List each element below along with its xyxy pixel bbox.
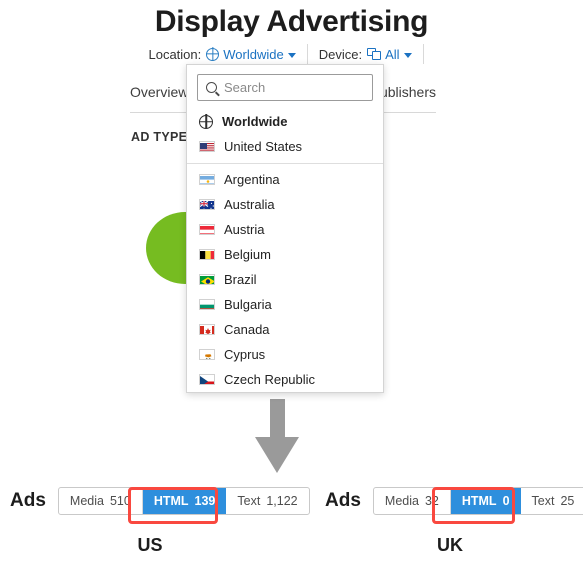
device-filter-value[interactable]: All: [367, 46, 412, 62]
ads-label: Ads: [325, 490, 361, 511]
location-item-label: Australia: [224, 197, 275, 212]
chevron-down-icon: [403, 52, 412, 58]
chevron-down-icon: [287, 52, 296, 58]
flag-br-icon: [199, 274, 215, 285]
segment-count: 25: [560, 494, 575, 508]
filter-divider-2: [422, 44, 424, 64]
location-item-canada[interactable]: Canada: [187, 317, 383, 342]
page-title: Display Advertising: [154, 5, 429, 38]
flag-ar-icon: [199, 174, 215, 185]
location-item-label: Argentina: [224, 172, 280, 187]
location-item-label: Brazil: [224, 272, 257, 287]
location-item-denmark[interactable]: Denmark: [187, 392, 383, 393]
location-filter-value[interactable]: Worldwide: [206, 46, 296, 62]
location-search-wrapper: [187, 65, 383, 109]
search-icon: [206, 82, 217, 93]
location-item-label: Belgium: [224, 247, 271, 262]
location-item-label: Canada: [224, 322, 270, 337]
segment-count: 32: [424, 494, 439, 508]
location-filter-value-label: Worldwide: [223, 46, 284, 62]
ads-label: Ads: [10, 490, 46, 511]
segment-media-us[interactable]: Media 510: [59, 488, 143, 514]
flag-cy-icon: [199, 349, 215, 360]
ad-type-group-uk: Ads Media 32 HTML 0 Text 25: [325, 487, 583, 515]
location-item-brazil[interactable]: Brazil: [187, 267, 383, 292]
location-item-austria[interactable]: Austria: [187, 217, 383, 242]
flag-us-icon: [199, 141, 215, 152]
location-item-bulgaria[interactable]: Bulgaria: [187, 292, 383, 317]
segment-count: 1,122: [266, 494, 298, 508]
location-filter[interactable]: Location: Worldwide: [148, 46, 296, 62]
globe-icon: [206, 47, 220, 61]
globe-icon: [199, 114, 213, 129]
device-filter[interactable]: Device: All: [319, 47, 412, 62]
location-list: Worldwide United States Argentina Austra…: [187, 109, 383, 393]
location-item-label: Austria: [224, 222, 265, 237]
location-item-czech-republic[interactable]: Czech Republic: [187, 367, 383, 392]
device-filter-label: Device:: [318, 46, 363, 62]
segment-label: Media: [384, 494, 419, 508]
down-arrow-icon: [255, 399, 299, 473]
country-label-us: US: [137, 535, 163, 555]
segment-label: HTML: [153, 494, 189, 508]
location-item-label: Worldwide: [222, 114, 288, 129]
location-item-label: United States: [224, 139, 303, 154]
location-item-label: Czech Republic: [224, 372, 316, 387]
filter-bar: Location: Worldwide Device: All: [0, 44, 583, 64]
segment-media-uk[interactable]: Media 32: [374, 488, 451, 514]
location-item-label: Cyprus: [224, 347, 266, 362]
location-item-label: Bulgaria: [224, 297, 272, 312]
segment-count: 510: [109, 494, 131, 508]
filter-divider-1: [306, 44, 308, 64]
segment-label: HTML: [461, 494, 497, 508]
location-filter-label: Location:: [148, 46, 202, 62]
segment-html-us[interactable]: HTML 139: [142, 488, 227, 514]
search-input[interactable]: [224, 80, 364, 95]
segment-text-uk[interactable]: Text 25: [521, 488, 583, 514]
flag-be-icon: [199, 249, 215, 260]
segment-label: Text: [531, 494, 555, 508]
ad-type-segmented-control-uk[interactable]: Media 32 HTML 0 Text 25: [372, 487, 583, 515]
location-item-belgium[interactable]: Belgium: [187, 242, 383, 267]
devices-icon: [367, 48, 382, 60]
location-list-divider: [187, 163, 383, 164]
segment-label: Media: [69, 494, 104, 508]
country-label-uk: UK: [437, 535, 463, 555]
flag-bg-icon: [199, 299, 215, 310]
ad-type-segmented-control-us[interactable]: Media 510 HTML 139 Text 1,122: [57, 487, 310, 515]
device-filter-value-label: All: [385, 46, 400, 62]
location-dropdown-panel[interactable]: Worldwide United States: [186, 64, 384, 393]
segment-text-us[interactable]: Text 1,122: [226, 488, 308, 514]
segment-label: Text: [237, 494, 261, 508]
location-search-box[interactable]: [197, 74, 373, 101]
location-item-worldwide[interactable]: Worldwide: [187, 109, 383, 134]
flag-at-icon: [199, 224, 215, 235]
flag-ca-icon: [199, 324, 215, 335]
location-item-argentina[interactable]: Argentina: [187, 167, 383, 192]
segment-html-uk[interactable]: HTML 0: [450, 488, 521, 514]
ad-type-group-us: Ads Media 510 HTML 139 Text 1,122: [10, 487, 310, 515]
location-item-united-states[interactable]: United States: [187, 134, 383, 159]
segment-count: 0: [502, 494, 510, 508]
location-item-australia[interactable]: Australia: [187, 192, 383, 217]
flag-cz-icon: [199, 374, 215, 385]
segment-count: 139: [194, 494, 216, 508]
tab-overview[interactable]: Overview: [130, 84, 188, 100]
flag-au-icon: [199, 199, 215, 210]
location-item-cyprus[interactable]: Cyprus: [187, 342, 383, 367]
